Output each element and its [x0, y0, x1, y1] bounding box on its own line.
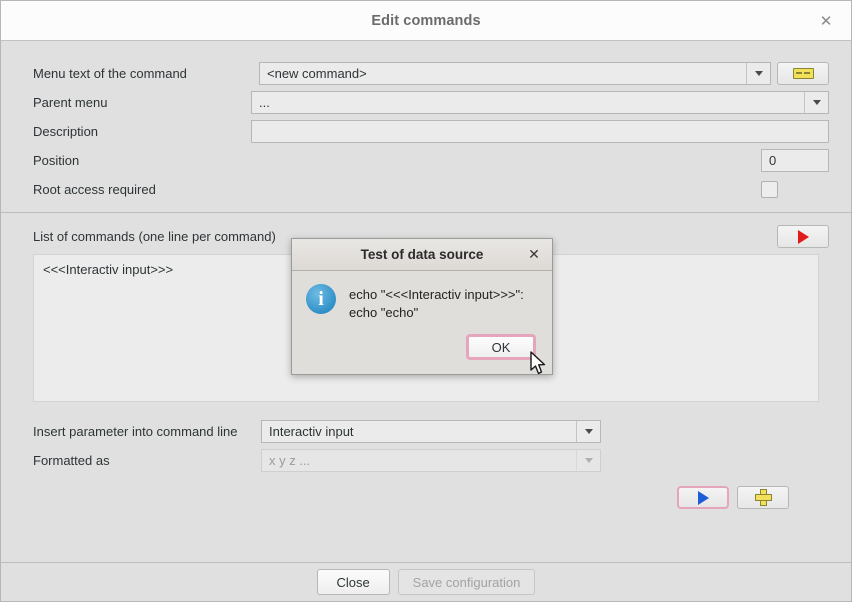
parent-menu-label: Parent menu — [33, 95, 108, 110]
window-titlebar: Edit commands ✕ — [1, 1, 851, 41]
ok-button[interactable]: OK — [466, 334, 536, 360]
tag-icon — [792, 68, 814, 79]
parameter-rows: Insert parameter into command line Inter… — [1, 402, 851, 475]
edit-commands-window: Edit commands ✕ Menu text of the command… — [0, 0, 852, 602]
row-position: Position 0 — [1, 146, 851, 175]
chevron-down-icon[interactable] — [576, 421, 600, 442]
chevron-down-icon — [576, 450, 600, 471]
position-input[interactable]: 0 — [761, 149, 829, 172]
root-access-field-wrap — [243, 181, 829, 198]
parameter-actions — [1, 475, 851, 509]
modal-title: Test of data source — [360, 247, 484, 262]
chevron-down-icon[interactable] — [746, 63, 770, 84]
menu-text-value: <new command> — [267, 66, 367, 81]
row-root-access: Root access required — [1, 175, 851, 204]
row-menu-text: Menu text of the command <new command> — [1, 59, 851, 88]
row-parent-menu: Parent menu ... — [1, 88, 851, 117]
command-properties-panel: Menu text of the command <new command> P… — [1, 41, 851, 213]
parent-menu-value: ... — [259, 95, 270, 110]
root-access-label: Root access required — [33, 182, 156, 197]
chevron-down-icon[interactable] — [804, 92, 828, 113]
row-description: Description — [1, 117, 851, 146]
modal-titlebar: Test of data source ✕ — [292, 239, 552, 271]
play-icon-blue — [697, 490, 709, 505]
formatted-as-combo[interactable]: x y z ... — [261, 449, 601, 472]
insert-parameter-value: Interactiv input — [269, 424, 354, 439]
position-field-wrap: 0 — [243, 149, 829, 172]
test-data-source-dialog: Test of data source ✕ i echo "<<<Interac… — [291, 238, 553, 375]
parent-menu-combo[interactable]: ... — [251, 91, 829, 114]
rename-tag-button[interactable] — [777, 62, 829, 85]
page-title: Edit commands — [371, 12, 481, 29]
menu-text-field-wrap: <new command> — [243, 62, 829, 85]
modal-body: i echo "<<<Interactiv input>>>": echo "e… — [292, 271, 552, 334]
close-icon[interactable]: ✕ — [525, 246, 543, 264]
menu-text-label: Menu text of the command — [33, 66, 187, 81]
root-access-checkbox[interactable] — [761, 181, 778, 198]
description-input[interactable] — [251, 120, 829, 143]
test-parameter-button[interactable] — [677, 486, 729, 509]
formatted-as-value: x y z ... — [269, 453, 311, 468]
insert-parameter-combo[interactable]: Interactiv input — [261, 420, 601, 443]
menu-text-combo[interactable]: <new command> — [259, 62, 771, 85]
save-configuration-button: Save configuration — [397, 569, 536, 595]
description-field-wrap — [243, 120, 829, 143]
close-icon[interactable]: ✕ — [815, 10, 837, 32]
description-label: Description — [33, 124, 99, 139]
close-button[interactable]: Close — [316, 569, 390, 595]
dialog-footer: Close Save configuration — [1, 563, 851, 601]
modal-message: echo "<<<Interactiv input>>>": echo "ech… — [349, 287, 524, 320]
row-formatted-as: Formatted as x y z ... — [1, 446, 851, 475]
info-icon: i — [306, 284, 336, 314]
plus-icon — [754, 489, 772, 506]
run-commands-button[interactable] — [777, 225, 829, 248]
formatted-as-label: Formatted as — [33, 453, 110, 468]
modal-actions: OK — [292, 334, 552, 374]
insert-parameter-label: Insert parameter into command line — [33, 424, 238, 439]
add-parameter-button[interactable] — [737, 486, 789, 509]
play-icon-red — [797, 229, 809, 244]
parent-menu-field-wrap: ... — [243, 91, 829, 114]
position-label: Position — [33, 153, 80, 168]
row-insert-parameter: Insert parameter into command line Inter… — [1, 417, 851, 446]
